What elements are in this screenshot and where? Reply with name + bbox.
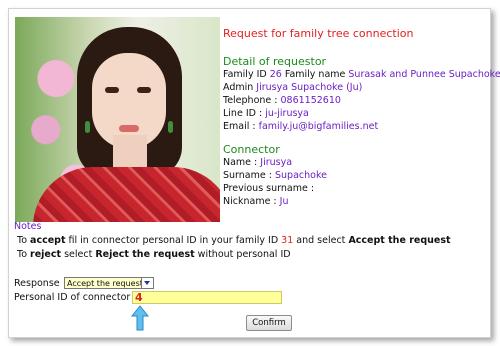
notes-text: To: [17, 249, 31, 260]
connector-nickname-value: Ju: [279, 196, 289, 207]
admin-label: Admin: [223, 82, 257, 93]
response-select[interactable]: Accept the request: [64, 277, 154, 289]
telephone-value: 0861152610: [280, 95, 341, 106]
email-value: family.ju@bigfamilies.net: [258, 121, 379, 132]
notes-reject-line: To reject select Reject the request with…: [17, 249, 291, 260]
connector-surname-label: Surname :: [223, 170, 275, 181]
notes-reject-word: reject: [30, 249, 62, 260]
family-name-value: Surasak and Punnee Supachoke: [348, 69, 500, 80]
email-line: Email : family.ju@bigfamilies.net: [223, 121, 378, 132]
up-arrow-pointer-icon: [131, 305, 149, 331]
connector-surname-line: Surname : Supachoke: [223, 170, 327, 181]
connector-name-line: Name : Jirusya: [223, 157, 292, 168]
email-label: Email :: [223, 121, 259, 132]
family-id-line: Family ID 26 Family name Surasak and Pun…: [223, 69, 500, 80]
notes-family-id: 31: [281, 235, 294, 246]
notes-accept-line: To accept fil in connector personal ID i…: [17, 235, 451, 246]
notes-title: Notes: [14, 221, 42, 232]
response-select-value: Accept the request: [67, 279, 143, 288]
family-name-label: Family name: [281, 69, 349, 80]
response-label: Response: [14, 278, 60, 289]
requestor-section-title: Detail of requestor: [223, 55, 327, 68]
telephone-line: Telephone : 0861152610: [223, 95, 341, 106]
personal-id-input[interactable]: 4: [132, 291, 282, 304]
notes-text: fil in connector personal ID in your fam…: [65, 235, 282, 246]
notes-text: To: [17, 235, 31, 246]
notes-accept-word: accept: [30, 235, 66, 246]
admin-value: Jirusya Supachoke (Ju): [256, 82, 363, 93]
personal-id-label: Personal ID of connector: [14, 292, 131, 303]
line-id-label: Line ID :: [223, 108, 266, 119]
profile-photo: [15, 17, 220, 222]
telephone-label: Telephone :: [223, 95, 281, 106]
line-id-value: ju-jirusya: [265, 108, 309, 119]
notes-text: without personal ID: [194, 249, 291, 260]
notes-text: and select: [293, 235, 349, 246]
admin-line: Admin Jirusya Supachoke (Ju): [223, 82, 362, 93]
previous-surname-label: Previous surname :: [223, 183, 315, 194]
connector-nickname-label: Nickname :: [223, 196, 280, 207]
confirm-button[interactable]: Confirm: [246, 315, 292, 331]
family-id-label: Family ID: [223, 69, 270, 80]
page-title: Request for family tree connection: [223, 27, 414, 40]
connector-section-title: Connector: [223, 143, 280, 156]
connector-surname-value: Supachoke: [274, 170, 327, 181]
notes-text: select: [61, 249, 96, 260]
connector-nickname-line: Nickname : Ju: [223, 196, 288, 207]
connector-name-value: Jirusya: [260, 157, 293, 168]
family-id-value: 26: [269, 69, 282, 80]
connector-name-label: Name :: [223, 157, 261, 168]
notes-reject-option: Reject the request: [95, 249, 195, 260]
line-id-line: Line ID : ju-jirusya: [223, 108, 309, 119]
chevron-down-icon[interactable]: [141, 278, 153, 288]
request-card: Request for family tree connection Detai…: [8, 8, 500, 338]
notes-accept-option: Accept the request: [348, 235, 451, 246]
